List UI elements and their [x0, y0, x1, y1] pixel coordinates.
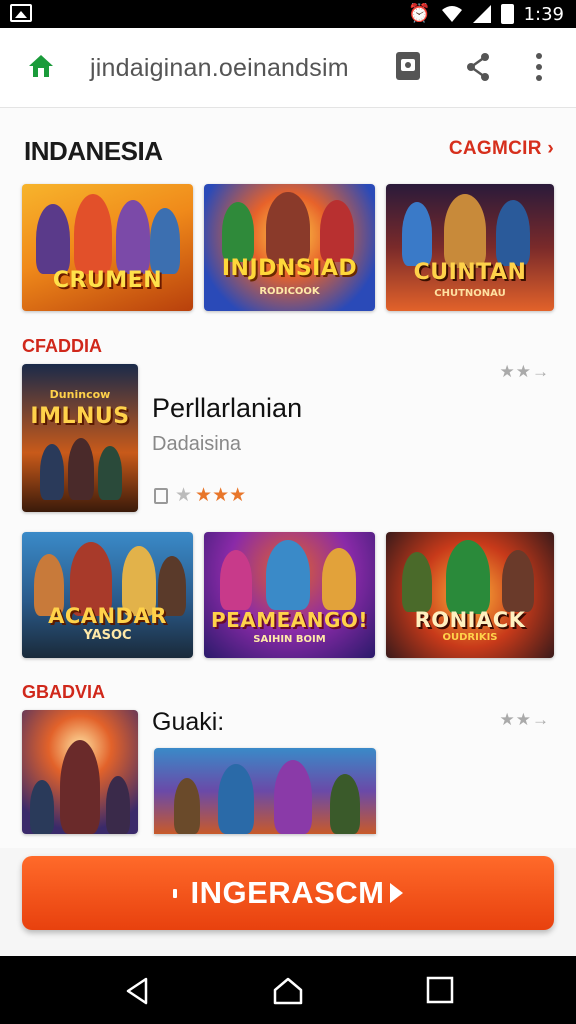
feature-title[interactable]: Perllarlanian: [152, 393, 302, 424]
game-tile[interactable]: ACANDAR YASOC: [22, 532, 193, 658]
tile-label: ACANDAR: [48, 604, 167, 628]
tile-subtitle: RODICOOK: [259, 286, 320, 297]
menu-icon[interactable]: [532, 52, 546, 82]
tile-label: PEAMEANGO!: [210, 608, 369, 632]
status-bar: ⏰ 1:39: [0, 0, 576, 28]
feature-thumbnail[interactable]: [22, 710, 138, 834]
game-tile[interactable]: CRUMEN: [22, 184, 193, 311]
cta-label: INGERASCM: [190, 875, 385, 910]
game-tile[interactable]: [154, 748, 376, 834]
back-icon[interactable]: [122, 976, 152, 1006]
signal-icon: [472, 5, 491, 23]
tile-subtitle: CHUTNONAU: [434, 288, 506, 299]
battery-icon: [500, 4, 514, 24]
game-tile[interactable]: INJDNSIAD RODICOOK: [204, 184, 375, 311]
dot-icon: [172, 888, 177, 898]
wifi-icon: [441, 6, 462, 22]
cta-button[interactable]: INGERASCM: [22, 856, 554, 930]
tile-subtitle: SAIHIN BOIM: [253, 634, 326, 645]
thumb-label: IMLNUS: [30, 404, 130, 429]
star-icon: ★: [175, 485, 193, 506]
game-tile[interactable]: CUINTAN CHUTNONAU: [386, 184, 554, 311]
tile-label: CRUMEN: [52, 268, 163, 293]
recents-icon[interactable]: [426, 976, 454, 1004]
tile-subtitle: YASOC: [83, 628, 132, 643]
feature-title[interactable]: Guaki:: [152, 708, 224, 737]
share-icon[interactable]: [464, 52, 492, 82]
star-rating: ★★★: [195, 485, 247, 506]
feature-thumbnail[interactable]: Dunincow IMLNUS: [22, 364, 138, 512]
home-icon[interactable]: [28, 54, 54, 78]
tile-subtitle: OUDRIKIS: [442, 632, 498, 643]
game-tile[interactable]: RONIACK OUDRIKIS: [386, 532, 554, 658]
browser-toolbar: jindaiginan.oeinandsim: [0, 28, 576, 108]
mini-rating: ★★→: [499, 362, 550, 381]
rating: ★ ★★★: [154, 484, 246, 507]
tab-icon[interactable]: [394, 50, 422, 82]
feature-subtitle: Dadaisina: [152, 433, 241, 455]
section-title: CFADDIA: [22, 336, 102, 356]
image-icon: [10, 4, 32, 22]
play-icon: [390, 883, 404, 903]
content-area: INDANESIA CAGMCIR › CRUMEN INJDNSIAD ROD…: [0, 108, 576, 848]
alarm-icon: ⏰: [408, 3, 431, 24]
thumb-top-label: Dunincow: [49, 388, 111, 401]
section-title: INDANESIA: [24, 136, 163, 166]
chevron-right-icon: ›: [547, 138, 554, 159]
game-tile[interactable]: PEAMEANGO! SAIHIN BOIM: [204, 532, 375, 658]
tile-label: INJDNSIAD: [221, 256, 358, 281]
home-button-icon[interactable]: [272, 976, 304, 1006]
url-field[interactable]: jindaiginan.oeinandsim: [90, 54, 349, 83]
tile-label: RONIACK: [414, 608, 526, 632]
mini-rating: ★★→: [499, 710, 550, 729]
system-nav-bar: [0, 956, 576, 1024]
see-more-link[interactable]: CAGMCIR ›: [449, 138, 554, 160]
section-title: GBADVIA: [22, 682, 106, 702]
tile-label: CUINTAN: [413, 260, 527, 285]
status-time: 1:39: [523, 3, 564, 25]
lock-icon: [154, 487, 168, 504]
